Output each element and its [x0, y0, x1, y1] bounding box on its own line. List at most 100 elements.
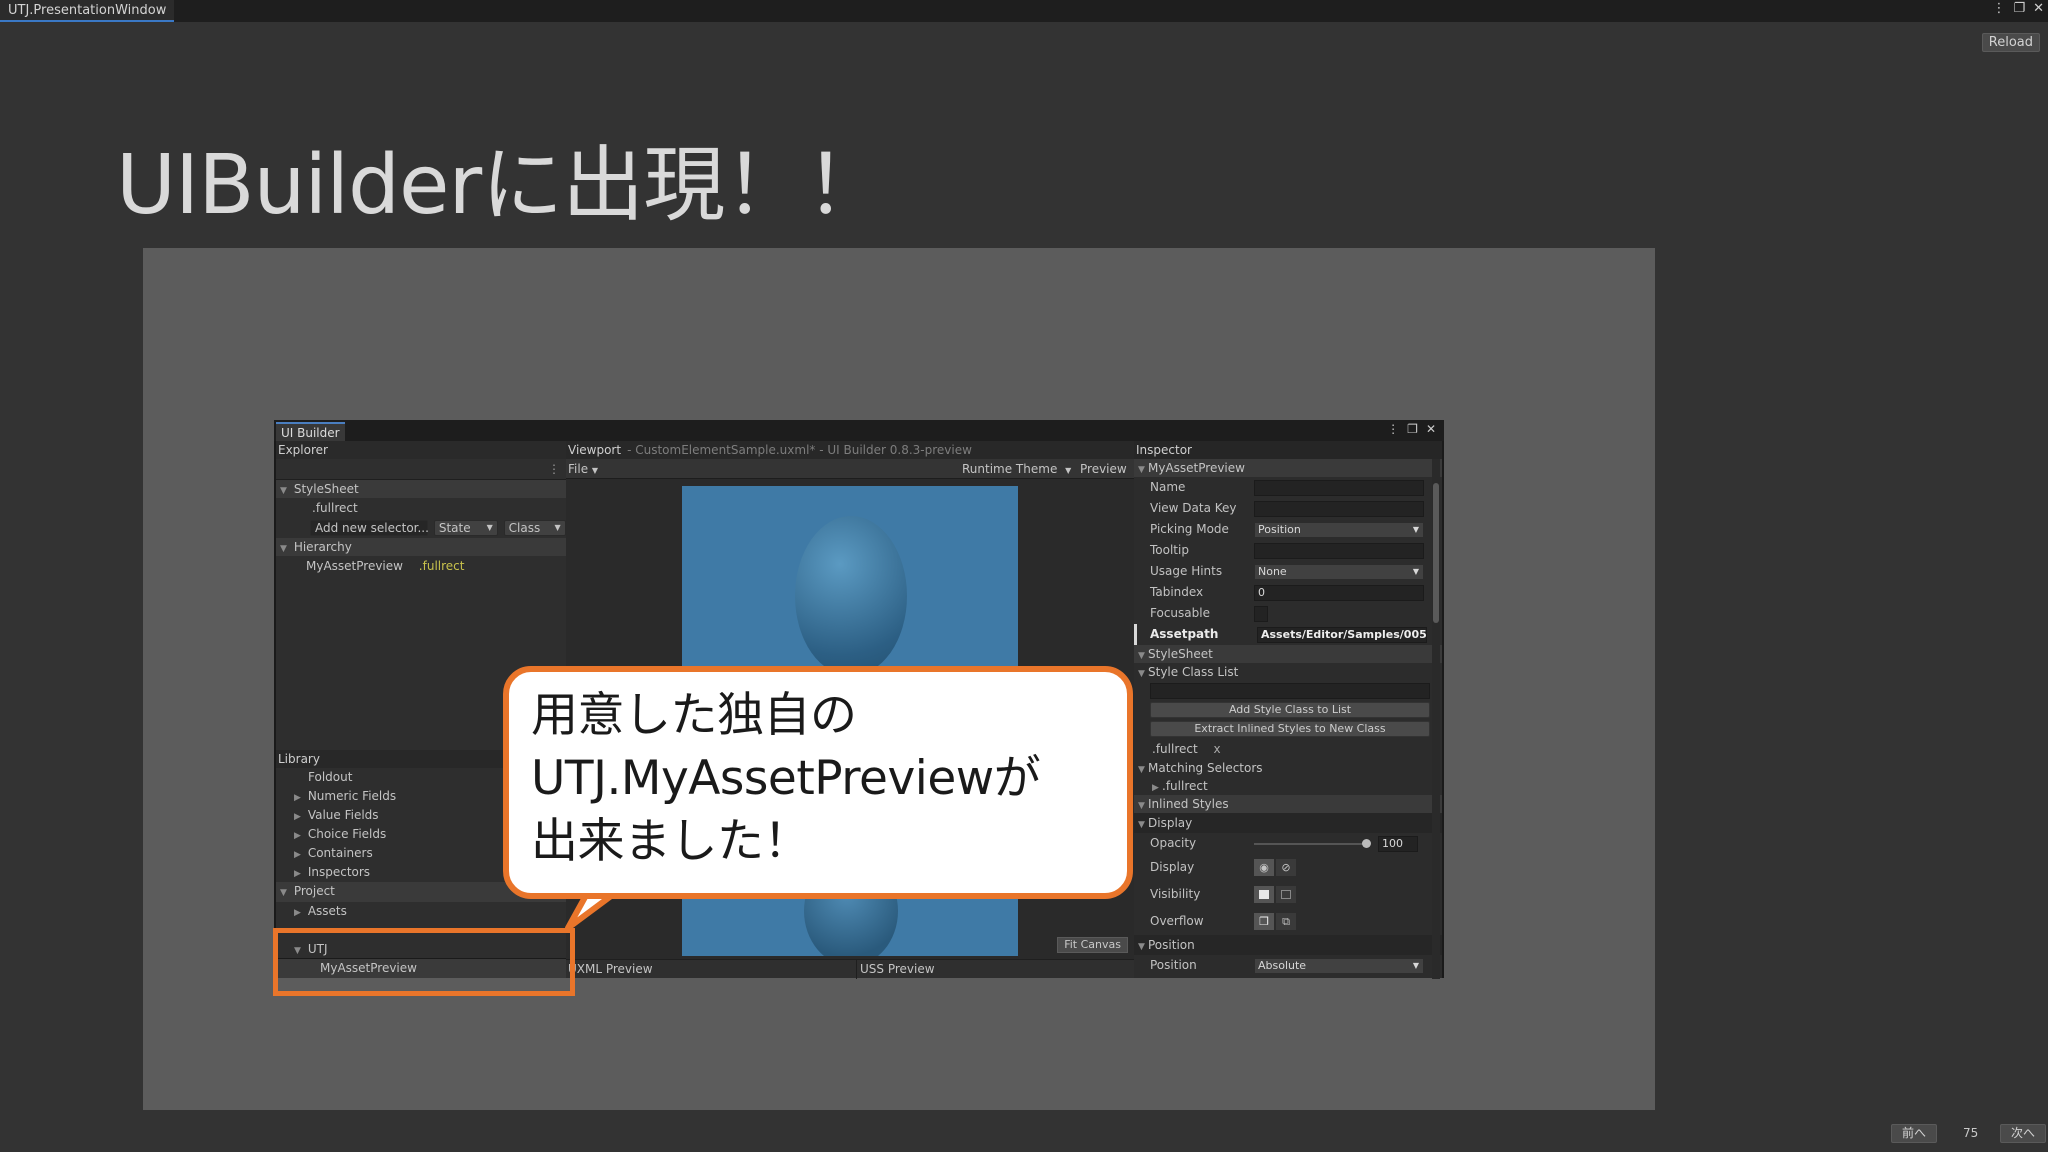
preview-toggle[interactable]: Preview: [1080, 461, 1127, 477]
style-class-list-section[interactable]: ▼ Style Class List: [1134, 663, 1442, 681]
focusable-checkbox[interactable]: [1254, 606, 1268, 622]
ui-builder-tab[interactable]: UI Builder: [276, 422, 345, 441]
bubble-text: 用意した独自の UTJ.MyAssetPreviewが 出来ました！: [531, 688, 1041, 869]
display-section[interactable]: ▼ Display: [1134, 813, 1442, 833]
view-data-key-field[interactable]: [1254, 501, 1424, 517]
selector-item-label: .fullrect: [312, 501, 358, 515]
maximize-icon[interactable]: ❐: [1407, 422, 1418, 436]
hierarchy-label: Hierarchy: [293, 540, 352, 554]
next-button[interactable]: 次へ: [2000, 1124, 2047, 1143]
explorer-menu-icon[interactable]: ⋮: [548, 459, 560, 479]
hierarchy-section[interactable]: ▼ Hierarchy: [276, 538, 566, 556]
position-dropdown[interactable]: Absolute ▼: [1254, 958, 1424, 974]
overflow-hidden-icon[interactable]: ⧉: [1276, 913, 1296, 930]
more-icon[interactable]: ⋮: [1387, 422, 1399, 436]
theme-dropdown[interactable]: Runtime Theme ▼: [962, 461, 1071, 479]
opacity-slider-handle[interactable]: [1362, 839, 1371, 848]
tabindex-field[interactable]: 0: [1254, 585, 1424, 601]
overflow-label: Overflow: [1150, 914, 1204, 928]
opacity-field[interactable]: 100: [1378, 836, 1418, 852]
maximize-icon[interactable]: ❐: [2013, 1, 2025, 16]
page-number: 75: [1963, 1126, 1979, 1140]
assets-label: Assets: [307, 904, 347, 918]
view-data-key-label: View Data Key: [1150, 501, 1237, 515]
uss-preview-tab[interactable]: USS Preview: [856, 960, 935, 979]
uxml-preview-tab[interactable]: UXML Preview: [568, 960, 653, 979]
overflow-visible-icon[interactable]: ❐: [1254, 913, 1274, 930]
scrollbar-thumb[interactable]: [1433, 483, 1439, 623]
file-menu-label: File: [568, 462, 589, 476]
fit-canvas-button[interactable]: Fit Canvas: [1057, 937, 1128, 953]
inlined-styles-section[interactable]: ▼ Inlined Styles: [1134, 795, 1442, 813]
library-item-label: Foldout: [308, 770, 353, 784]
library-assets-item[interactable]: ▶ Assets: [276, 902, 566, 921]
picking-mode-value: Position: [1258, 523, 1301, 536]
class-dropdown[interactable]: Class ▼: [503, 520, 566, 536]
focusable-row: Focusable: [1134, 603, 1442, 624]
triangle-down-icon: ▼: [1138, 942, 1145, 952]
hierarchy-item[interactable]: MyAssetPreview .fullrect: [276, 556, 566, 576]
window-tab[interactable]: UTJ.PresentationWindow: [0, 0, 175, 22]
state-dropdown[interactable]: State ▼: [433, 520, 498, 536]
window-controls: ⋮ ❐ ✕: [1992, 1, 2044, 16]
matching-selectors-section[interactable]: ▼ Matching Selectors: [1134, 759, 1442, 777]
opacity-slider-track[interactable]: [1254, 843, 1366, 845]
eye-off-icon[interactable]: ⊘: [1276, 859, 1296, 876]
remove-class-icon[interactable]: x: [1214, 742, 1221, 756]
viewport-header: Viewport - CustomElementSample.uxml* - UI…: [566, 441, 1134, 459]
highlight-box: [273, 928, 575, 996]
matching-selectors-label: Matching Selectors: [1148, 761, 1263, 775]
display-row: Display ◉ ⊘: [1134, 854, 1442, 881]
position-label: Position: [1150, 958, 1197, 972]
name-field[interactable]: [1254, 480, 1424, 496]
picking-mode-label: Picking Mode: [1150, 522, 1229, 536]
hierarchy-item-class: .fullrect: [418, 559, 465, 573]
prev-button[interactable]: 前へ: [1891, 1124, 1938, 1143]
inspector-stylesheet-section[interactable]: ▼ StyleSheet: [1134, 645, 1442, 663]
picking-mode-dropdown[interactable]: Position ▼: [1254, 522, 1424, 538]
theme-dropdown-label: Runtime Theme: [962, 462, 1058, 476]
inspector-stylesheet-label: StyleSheet: [1148, 647, 1213, 661]
hierarchy-item-label: MyAssetPreview: [306, 559, 403, 573]
chevron-down-icon: ▼: [1065, 466, 1072, 475]
tooltip-row: Tooltip: [1134, 540, 1442, 561]
window-titlebar: UTJ.PresentationWindow ⋮ ❐ ✕: [0, 0, 2048, 22]
library-item-label: Value Fields: [307, 808, 379, 822]
element-name-label: MyAssetPreview: [1148, 461, 1245, 475]
position-row: Position Absolute ▼: [1134, 955, 1442, 976]
reload-button[interactable]: Reload: [1981, 33, 2040, 52]
close-icon[interactable]: ✕: [2033, 1, 2044, 16]
hidden-toggle[interactable]: [1276, 886, 1296, 903]
chevron-down-icon: ▼: [486, 523, 493, 532]
add-selector-input[interactable]: Add new selector...: [310, 520, 429, 536]
file-menu[interactable]: File ▼: [568, 461, 598, 479]
inspector-scrollbar[interactable]: [1432, 459, 1440, 979]
usage-hints-row: Usage Hints None ▼: [1134, 561, 1442, 582]
assetpath-field[interactable]: Assets/Editor/Samples/005: [1257, 627, 1427, 643]
extract-inlined-styles-button[interactable]: Extract Inlined Styles to New Class: [1150, 721, 1430, 737]
triangle-down-icon: ▼: [1138, 669, 1145, 679]
element-section[interactable]: ▼ MyAssetPreview: [1134, 459, 1442, 477]
position-section[interactable]: ▼ Position: [1134, 935, 1442, 955]
view-data-key-row: View Data Key: [1134, 498, 1442, 519]
more-icon[interactable]: ⋮: [1992, 1, 2005, 16]
style-class-input[interactable]: [1150, 683, 1430, 699]
inspector-header: Inspector: [1134, 441, 1442, 459]
class-dropdown-label: Class: [508, 521, 541, 535]
matching-selector-label: .fullrect: [1162, 779, 1208, 793]
overflow-row: Overflow ❐ ⧉: [1134, 908, 1442, 935]
matching-selector-item[interactable]: ▶ .fullrect: [1134, 777, 1442, 795]
name-label: Name: [1150, 480, 1186, 494]
selector-item[interactable]: .fullrect: [276, 498, 566, 518]
add-style-class-button[interactable]: Add Style Class to List: [1150, 702, 1430, 718]
library-item-label: Numeric Fields: [307, 789, 397, 803]
close-icon[interactable]: ✕: [1426, 422, 1436, 436]
visible-toggle[interactable]: [1254, 886, 1274, 903]
tooltip-field[interactable]: [1254, 543, 1424, 559]
stylesheet-section[interactable]: ▼ StyleSheet: [276, 480, 566, 498]
eye-icon[interactable]: ◉: [1254, 859, 1274, 876]
preview-bar: UXML Preview USS Preview: [566, 959, 1134, 979]
inlined-styles-label: Inlined Styles: [1148, 797, 1229, 811]
usage-hints-dropdown[interactable]: None ▼: [1254, 564, 1424, 580]
display-label: Display: [1150, 860, 1195, 874]
